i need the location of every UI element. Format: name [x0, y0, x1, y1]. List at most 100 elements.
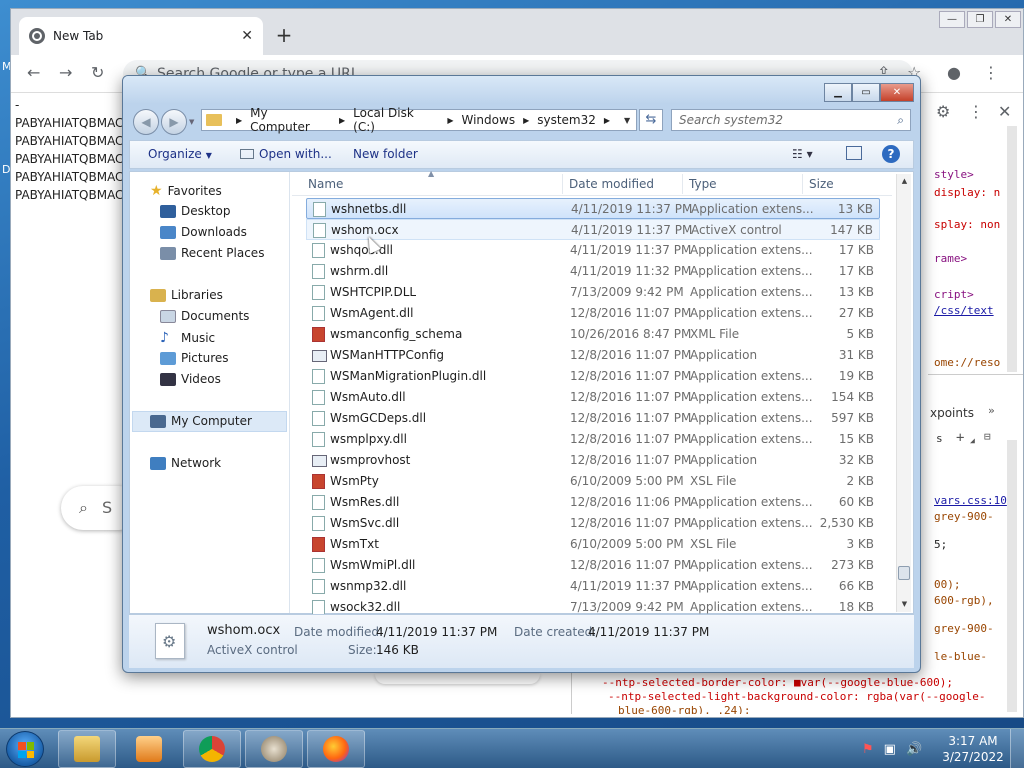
sidebar-item-recent-places[interactable]: Recent Places [160, 246, 264, 260]
address-bar[interactable]: ▶ My Computer ▶ Local Disk (C:) ▶ Window… [201, 106, 637, 134]
breadcrumb-separator-icon[interactable]: ▶ [339, 116, 345, 125]
back-icon[interactable]: ◀ [133, 109, 159, 135]
minimize-button[interactable]: ▁ [824, 83, 852, 102]
minimize-button[interactable]: — [939, 11, 965, 28]
table-row[interactable]: WsmGCDeps.dll 12/8/2016 11:07 PM Applicati… [306, 408, 880, 429]
sidebar-item-documents[interactable]: Documents [160, 309, 249, 323]
taskbar-firefox[interactable] [307, 730, 365, 768]
address-dropdown-icon[interactable]: ▼ [618, 116, 636, 125]
refresh-icon[interactable]: ⇆ [639, 109, 663, 131]
forward-icon[interactable]: → [59, 63, 72, 82]
styles-filter[interactable]: s [936, 432, 943, 445]
table-row[interactable]: WsmAgent.dll 12/8/2016 11:07 PM Applicatio… [306, 303, 880, 324]
sidebar-item-videos[interactable]: Videos [160, 372, 221, 386]
devtools-close-icon[interactable]: ✕ [998, 102, 1011, 121]
table-row[interactable]: WSHTCPIP.DLL 7/13/2009 9:42 PM Application… [306, 282, 880, 303]
open-with-button[interactable]: Open with... [240, 147, 332, 161]
back-icon[interactable]: ← [27, 63, 40, 82]
table-row[interactable]: WsmTxt 6/10/2009 5:00 PM XSL File 3 KB [306, 534, 880, 555]
vertical-scrollbar[interactable]: ▲ ▼ [896, 174, 911, 612]
table-row[interactable]: WSManMigrationPlugin.dll 12/8/2016 11:07 … [306, 366, 880, 387]
devtools-style-line[interactable]: blue-600-rgb), .24); [618, 704, 750, 714]
taskbar-media-player[interactable] [120, 730, 178, 768]
devtools-styles-scrollbar[interactable] [1007, 440, 1017, 712]
tab-new-tab[interactable]: New Tab ✕ [19, 17, 263, 55]
show-desktop-button[interactable] [1010, 729, 1024, 768]
devtools-style-line[interactable]: --ntp-selected-light-background-color: r… [608, 690, 986, 703]
breadcrumb-windows[interactable]: Windows [462, 113, 516, 127]
volume-icon[interactable]: 🔊 [906, 742, 922, 757]
breadcrumb-system32[interactable]: system32 [537, 113, 596, 127]
devtools-scrollbar[interactable] [1007, 126, 1017, 372]
explorer-titlebar[interactable]: ▁ ▭ ✕ [123, 76, 920, 104]
sidebar-item-my-computer[interactable]: My Computer [150, 414, 252, 428]
breadcrumb-separator-icon[interactable]: ▶ [447, 116, 453, 125]
devtools-elements-line[interactable]: splay: non [934, 218, 1000, 231]
table-row[interactable]: WsmRes.dll 12/8/2016 11:06 PM Application … [306, 492, 880, 513]
devtools-breakpoints-tab[interactable]: xpoints [930, 406, 974, 420]
table-row[interactable]: wsmanconfig_schema 10/26/2016 8:47 PM XML … [306, 324, 880, 345]
sidebar-item-network[interactable]: Network [150, 456, 221, 470]
table-row[interactable]: wshqos.dll 4/11/2019 11:37 PM Application … [306, 240, 880, 261]
start-button[interactable] [6, 731, 44, 767]
sidebar-item-music[interactable]: ♪ Music [160, 330, 215, 346]
table-row[interactable]: WsmWmiPl.dll 12/8/2016 11:07 PM Applicatio… [306, 555, 880, 576]
devtools-elements-line[interactable]: ome://reso [934, 356, 1000, 369]
table-row[interactable]: wshom.ocx 4/11/2019 11:37 PM ActiveX contr… [306, 219, 880, 240]
breadcrumb-separator-icon[interactable]: ▶ [236, 116, 242, 125]
sidebar-item-desktop[interactable]: Desktop [160, 204, 231, 218]
table-row[interactable]: WSManHTTPConfig 12/8/2016 11:07 PM Applica… [306, 345, 880, 366]
devtools-style-line[interactable]: grey-900- [934, 622, 994, 635]
organize-button[interactable]: Organize ▼ [148, 147, 212, 161]
table-row[interactable]: WsmAuto.dll 12/8/2016 11:07 PM Application… [306, 387, 880, 408]
table-row[interactable]: wsnmp32.dll 4/11/2019 11:37 PM Application… [306, 576, 880, 597]
new-folder-button[interactable]: New folder [353, 147, 418, 161]
sidebar-item-downloads[interactable]: Downloads [160, 225, 247, 239]
close-button[interactable]: ✕ [880, 83, 914, 102]
scrollbar-thumb[interactable] [898, 566, 910, 580]
add-style-icon[interactable]: + [956, 430, 964, 446]
devtools-style-line[interactable]: grey-900- [934, 510, 994, 523]
breadcrumb-separator-icon[interactable]: ▶ [523, 116, 529, 125]
table-row[interactable]: wsmprovhost 12/8/2016 11:07 PM Application… [306, 450, 880, 471]
table-row[interactable]: wshnetbs.dll 4/11/2019 11:37 PM Applicatio… [306, 198, 880, 219]
chevron-double-right-icon[interactable]: » [988, 404, 995, 417]
devtools-elements-line[interactable]: style> [934, 168, 974, 181]
devtools-style-line[interactable]: 5; [934, 538, 947, 551]
clock[interactable]: 3:17 AM 3/27/2022 [940, 733, 1006, 765]
devtools-menu-icon[interactable]: ⋮ [968, 102, 984, 121]
devtools-elements-line[interactable]: /css/text [934, 304, 994, 317]
table-row[interactable]: wsmplpxy.dll 12/8/2016 11:07 PM Applicatio… [306, 429, 880, 450]
reload-icon[interactable]: ↻ [91, 63, 104, 82]
search-input[interactable]: Search system32 ⌕ [671, 109, 911, 131]
change-view-icon[interactable]: ☷ ▾ [792, 147, 813, 161]
sidebar-item-favorites[interactable]: ★ Favorites [150, 183, 222, 199]
sidebar-item-pictures[interactable]: Pictures [160, 351, 229, 365]
preview-pane-icon[interactable] [846, 146, 862, 160]
devtools-settings-icon[interactable]: ⚙ [936, 102, 950, 121]
toggle-state-icon[interactable]: ◢ [970, 436, 975, 445]
column-size[interactable]: Size [809, 177, 834, 191]
devtools-elements-line[interactable]: display: n [934, 186, 1000, 199]
taskbar-chrome[interactable] [183, 730, 241, 768]
chrome-menu-icon[interactable]: ⋮ [983, 63, 999, 82]
sidebar-item-libraries[interactable]: Libraries [150, 288, 223, 302]
help-icon[interactable]: ? [882, 145, 900, 163]
devtools-elements-line[interactable]: rame> [934, 252, 967, 265]
devtools-style-line[interactable]: --ntp-selected-border-color: ■var(--goog… [602, 676, 953, 689]
close-button[interactable]: ✕ [995, 11, 1021, 28]
search-icon[interactable]: ⌕ [897, 110, 904, 130]
action-center-flag-icon[interactable]: ⚑ [862, 742, 874, 757]
breadcrumb-local-disk[interactable]: Local Disk (C:) [353, 106, 439, 134]
column-date-modified[interactable]: Date modified [569, 177, 654, 191]
devtools-style-line[interactable]: le-blue- [934, 650, 987, 663]
table-row[interactable]: wshrm.dll 4/11/2019 11:32 PM Application e… [306, 261, 880, 282]
maximize-button[interactable]: ▭ [852, 83, 880, 102]
scroll-down-icon[interactable]: ▼ [897, 597, 912, 612]
toggle-sidebar-icon[interactable]: ⊟ [984, 430, 991, 443]
network-status-icon[interactable]: ▣ [884, 742, 896, 757]
scroll-up-icon[interactable]: ▲ [897, 174, 912, 189]
recent-pages-chevron-icon[interactable]: ▼ [189, 118, 194, 126]
profile-avatar-icon[interactable]: ● [947, 63, 961, 82]
devtools-style-line[interactable]: vars.css:10 [934, 494, 1007, 507]
